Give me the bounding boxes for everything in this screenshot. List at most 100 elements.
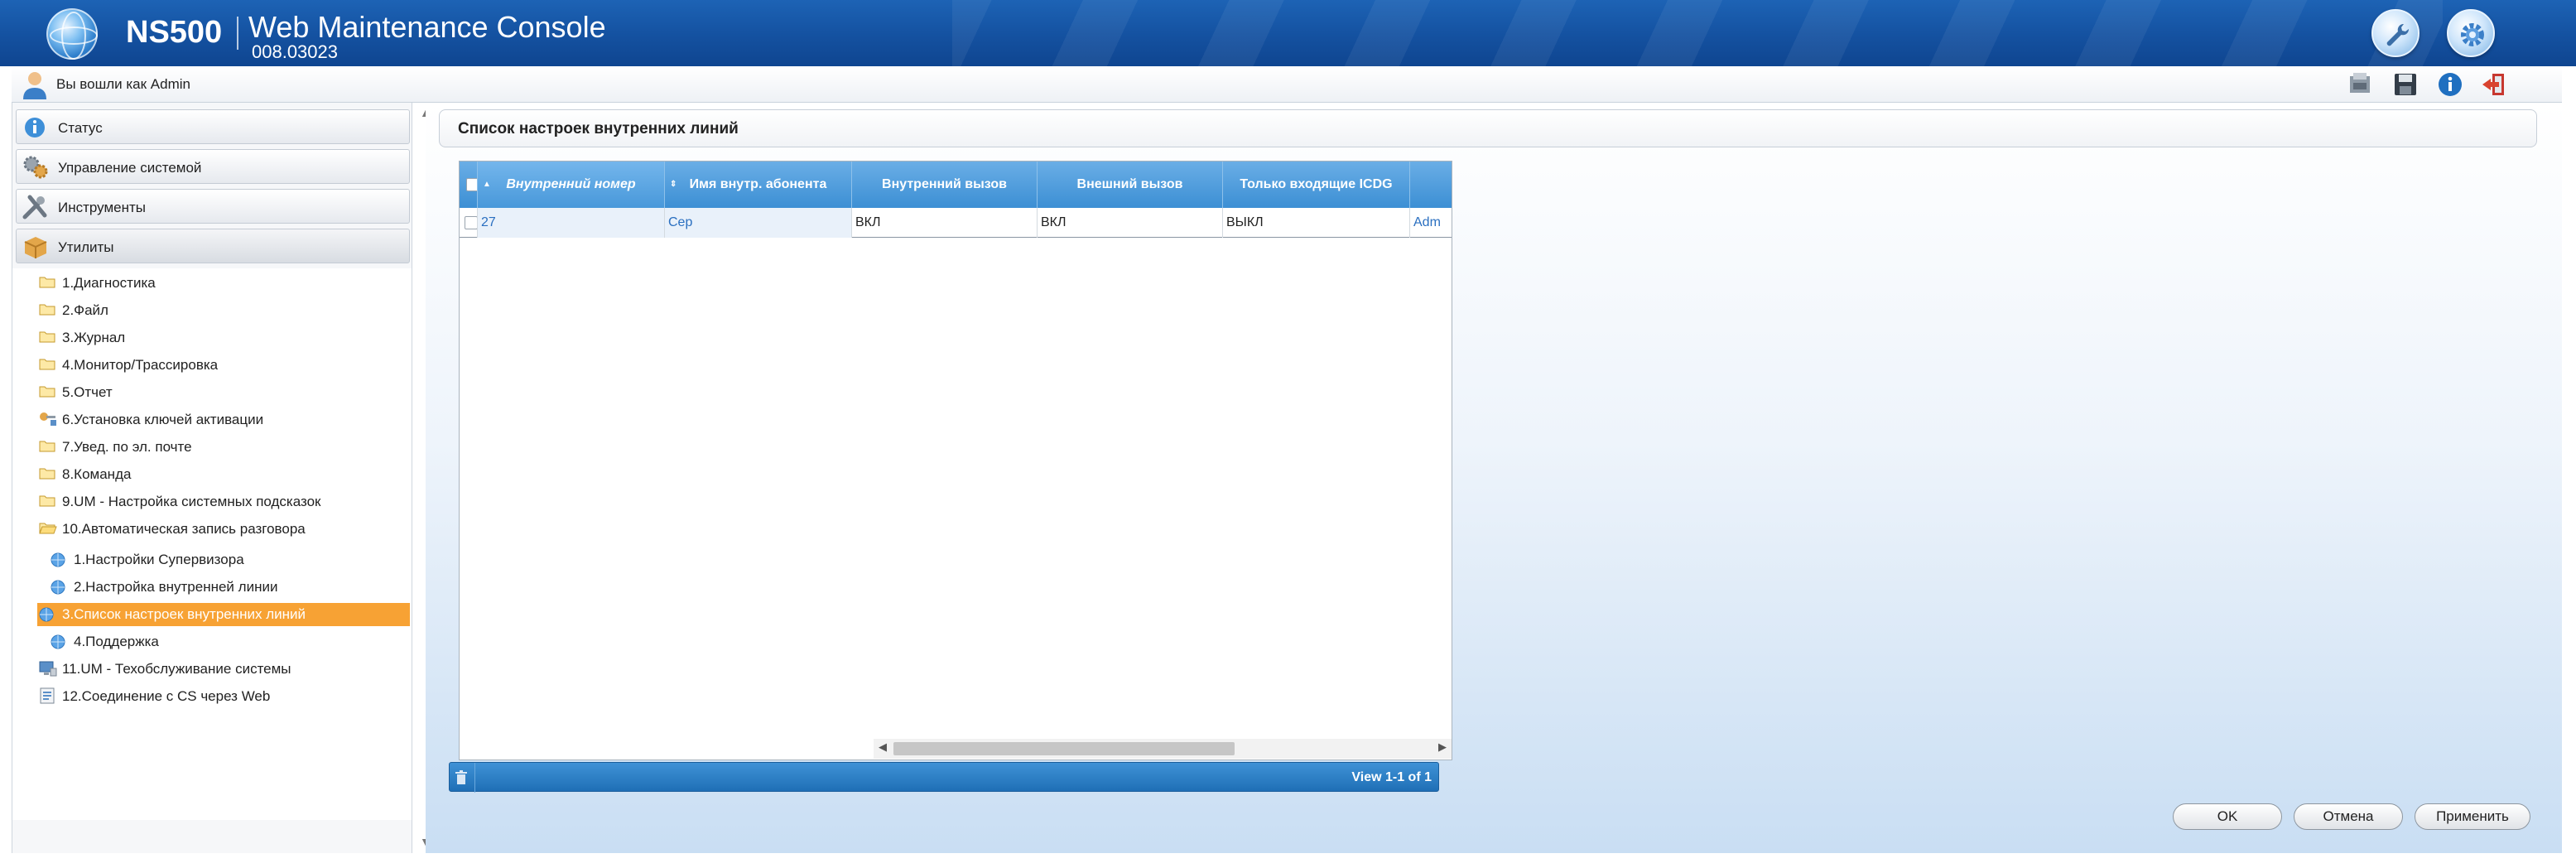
scroll-left-icon[interactable]: ◀ — [879, 740, 887, 754]
select-all-cell — [460, 162, 478, 208]
tools-icon — [22, 195, 47, 219]
tree-item-label: 9.UM - Настройка системных подсказок — [62, 494, 321, 509]
sub-item-label: 3.Список настроек внутренних линий — [62, 606, 306, 622]
settings-button[interactable] — [2447, 9, 2495, 57]
info-icon[interactable] — [2436, 71, 2464, 98]
select-all-checkbox[interactable] — [466, 178, 477, 191]
column-label: Внешний вызов — [1076, 177, 1183, 191]
cell-external-call: ВКЛ — [1038, 208, 1223, 238]
console-title: Web Maintenance Console — [248, 10, 606, 44]
section-label: Инструменты — [58, 200, 147, 215]
section-label: Статус — [58, 120, 103, 136]
extension-grid: ▲ Внутренний номер ⇕ Имя внутр. абонента… — [459, 161, 1452, 760]
apply-button[interactable]: Применить — [2415, 803, 2530, 830]
tree-item-label: 12.Соединение с CS через Web — [62, 688, 271, 704]
document-icon — [40, 687, 55, 704]
tree-item-label: 1.Диагностика — [62, 275, 156, 291]
save-icon[interactable] — [2391, 71, 2420, 98]
version-label: 008.03023 — [252, 41, 338, 62]
column-label: Имя внутр. абонента — [689, 177, 827, 191]
sub-item-extension-list[interactable]: 3.Список настроек внутренних линий — [37, 603, 410, 626]
cell-internal-call: ВКЛ — [852, 208, 1038, 238]
column-label: Внутренний номер — [506, 177, 636, 191]
grid-horizontal-scrollbar[interactable]: ◀ ▶ — [874, 739, 1452, 759]
folder-icon — [39, 495, 55, 507]
banner-divider — [237, 17, 238, 50]
globe-bullet-icon — [39, 607, 54, 622]
folder-icon — [39, 468, 55, 480]
table-row[interactable]: 27 Сер ВКЛ ВКЛ ВЫКЛ Adm — [460, 208, 1452, 238]
globe-logo-icon — [46, 8, 98, 60]
trash-icon[interactable] — [455, 770, 468, 785]
section-label: Управление системой — [58, 160, 202, 176]
product-name: NS500 — [126, 15, 223, 50]
globe-bullet-icon — [51, 552, 65, 567]
key-icon — [40, 412, 56, 426]
section-tools[interactable]: Инструменты — [16, 189, 410, 224]
cell-ext-number[interactable]: 27 — [478, 208, 665, 238]
grid-header: ▲ Внутренний номер ⇕ Имя внутр. абонента… — [460, 162, 1452, 208]
scroll-right-icon[interactable]: ▶ — [1438, 740, 1447, 754]
column-header-icdg-only[interactable]: Только входящие ICDG — [1223, 162, 1410, 208]
column-header-external-call[interactable]: Внешний вызов — [1038, 162, 1223, 208]
column-header-internal-call[interactable]: Внутренний вызов — [852, 162, 1038, 208]
row-checkbox[interactable] — [465, 216, 477, 229]
sub-item-label: 1.Настройки Супервизора — [74, 552, 244, 567]
column-header-overflow — [1410, 162, 1452, 208]
tree-item-label: 6.Установка ключей активации — [62, 412, 264, 427]
tree-item-label: 10.Автоматическая запись разговора — [62, 521, 306, 537]
folder-icon — [39, 386, 55, 398]
cell-ext-name[interactable]: Сер — [665, 208, 852, 238]
sub-item-extension-settings[interactable]: 2.Настройка внутренней линии — [37, 576, 421, 599]
tree-item-label: 5.Отчет — [62, 384, 113, 400]
folder-icon — [39, 359, 55, 370]
gears-icon — [23, 156, 48, 179]
cell-overflow[interactable]: Adm — [1410, 208, 1452, 238]
box-icon — [24, 237, 47, 258]
logged-in-label: Вы вошли как Admin — [56, 76, 190, 92]
main-content: Список настроек внутренних линий ▲ Внутр… — [426, 103, 2562, 853]
wrench-icon — [2386, 23, 2410, 46]
section-utilities[interactable]: Утилиты — [16, 229, 410, 263]
folder-icon — [39, 441, 55, 452]
folder-icon — [39, 331, 55, 343]
gear-icon — [2461, 23, 2484, 46]
sort-icon: ⇕ — [670, 180, 677, 189]
sub-item-supervisor-settings[interactable]: 1.Настройки Супервизора — [37, 548, 421, 571]
cancel-button[interactable]: Отмена — [2294, 803, 2403, 830]
section-system-management[interactable]: Управление системой — [16, 149, 410, 184]
wrench-button[interactable] — [2371, 9, 2420, 57]
column-header-ext-number[interactable]: ▲ Внутренний номер — [478, 162, 665, 208]
section-status[interactable]: Статус — [16, 109, 410, 144]
tree-item-label: 4.Монитор/Трассировка — [62, 357, 219, 373]
tree-item-label: 8.Команда — [62, 466, 132, 482]
ok-button[interactable]: OK — [2173, 803, 2282, 830]
tree-background — [12, 268, 412, 820]
column-label: Внутренний вызов — [882, 177, 1007, 191]
sub-item-label: 4.Поддержка — [74, 634, 159, 649]
tree-item-label: 11.UM - Техобслуживание системы — [62, 661, 291, 677]
sub-item-support[interactable]: 4.Поддержка — [37, 630, 421, 653]
section-label: Утилиты — [58, 239, 114, 255]
info-icon — [25, 118, 45, 137]
row-select-cell — [460, 208, 478, 238]
phone-book-icon[interactable] — [2347, 71, 2375, 98]
column-label: Только входящие ICDG — [1240, 177, 1393, 191]
folder-icon — [39, 304, 55, 316]
grid-pager: View 1-1 of 1 — [449, 762, 1439, 793]
user-icon — [23, 72, 46, 99]
page-title: Список настроек внутренних линий — [458, 120, 739, 137]
user-bar: Вы вошли как Admin — [12, 66, 2562, 103]
monitor-icon — [39, 661, 57, 677]
globe-bullet-icon — [51, 580, 65, 595]
scrollbar-thumb[interactable] — [893, 742, 1235, 755]
tree-item-label: 7.Увед. по эл. почте — [62, 439, 192, 455]
sort-asc-icon: ▲ — [483, 180, 491, 189]
app-banner: NS500 Web Maintenance Console 008.03023 — [0, 0, 2576, 66]
page-title-bar: Список настроек внутренних линий — [439, 109, 2537, 147]
tree-item-label: 3.Журнал — [62, 330, 126, 345]
column-header-ext-name[interactable]: ⇕ Имя внутр. абонента — [665, 162, 852, 208]
banner-decoration — [952, 0, 2443, 66]
pager-divider — [474, 763, 475, 793]
logout-icon[interactable] — [2481, 71, 2509, 98]
